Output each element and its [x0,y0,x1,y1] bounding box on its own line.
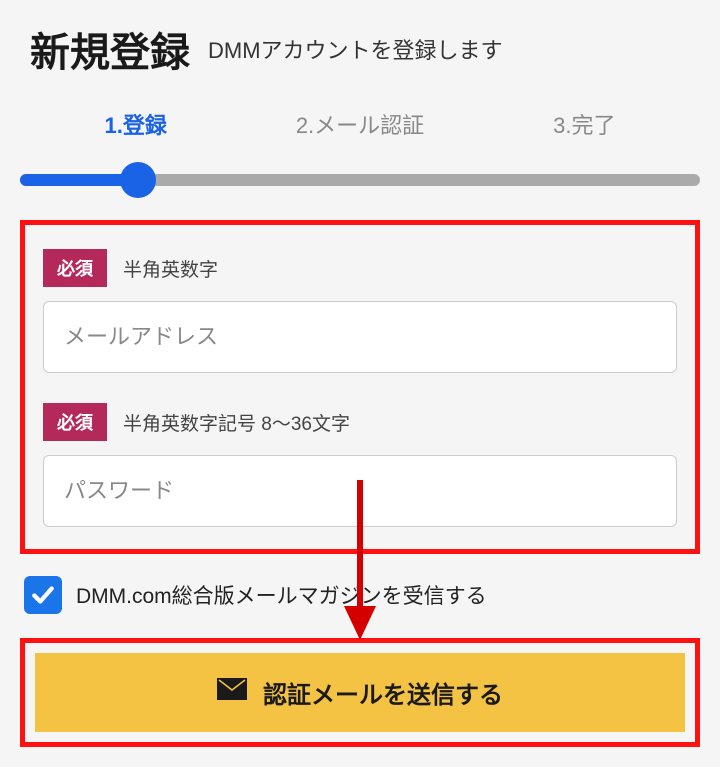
page-title: 新規登録 [30,20,190,78]
email-label-row: 必須 半角英数字 [43,249,677,287]
header: 新規登録 DMMアカウントを登録します [30,20,700,78]
page-subtitle: DMMアカウントを登録します [208,33,503,65]
step-complete: 3.完了 [553,108,615,140]
progress-steps: 1.登録 2.メール認証 3.完了 [20,108,700,140]
send-verification-button[interactable]: 認証メールを送信する [35,653,685,732]
envelope-icon [217,678,247,707]
progress-knob [120,162,156,198]
password-hint: 半角英数字記号 8〜36文字 [123,409,350,436]
submit-button-label: 認証メールを送信する [263,675,503,710]
required-badge: 必須 [43,403,107,441]
form-highlight-box: 必須 半角英数字 必須 半角英数字記号 8〜36文字 [20,220,700,554]
step-register: 1.登録 [104,108,166,140]
checkbox-checked-icon[interactable] [24,576,62,614]
email-hint: 半角英数字 [123,255,218,282]
newsletter-checkbox-label: DMM.com総合版メールマガジンを受信する [76,580,487,610]
step-verify: 2.メール認証 [296,108,424,140]
progress-bar [20,160,700,200]
email-field[interactable] [43,301,677,373]
password-label-row: 必須 半角英数字記号 8〜36文字 [43,403,677,441]
required-badge: 必須 [43,249,107,287]
password-field[interactable] [43,455,677,527]
newsletter-checkbox-row[interactable]: DMM.com総合版メールマガジンを受信する [24,576,700,614]
submit-highlight-box: 認証メールを送信する [20,638,700,747]
